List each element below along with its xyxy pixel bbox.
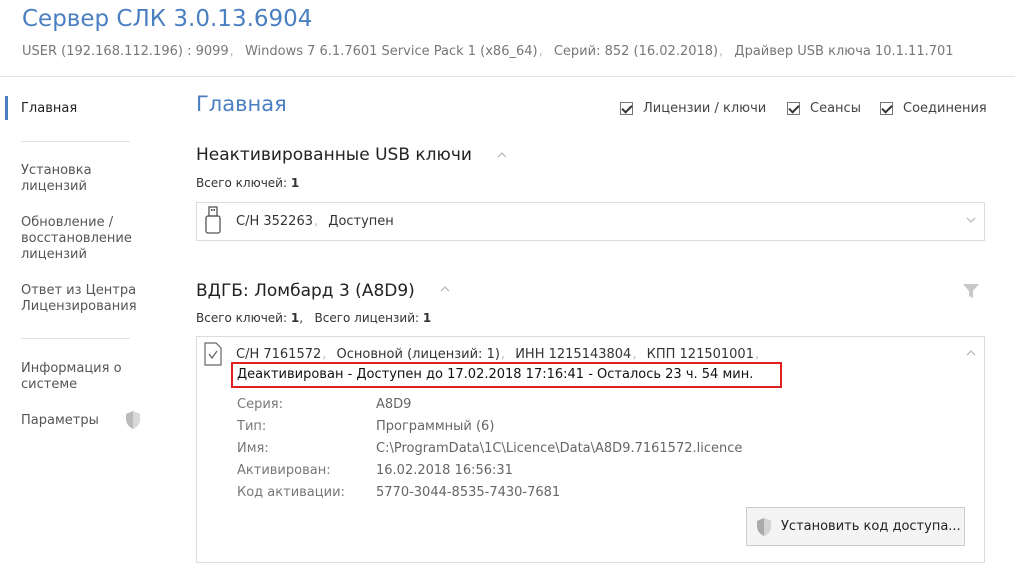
sidebar-divider [21,141,130,142]
detail-label-activated: Активирован: [237,463,331,478]
series-info: Серий: 852 (16.02.2018) [553,44,719,59]
separator: , [322,347,327,362]
usb-key-serial: С/Н 352263 [236,214,313,229]
sidebar-item-licensing-center-response[interactable]: Ответ из Центра Лицензирования [21,283,146,315]
sidebar-item-home[interactable]: Главная [21,101,77,117]
app-title: Сервер СЛК 3.0.13.6904 [22,6,313,32]
sidebar-divider [21,338,130,339]
detail-label-series: Серия: [237,397,283,412]
license-status: Деактивирован - Доступен до 17.02.2018 1… [237,367,754,382]
system-info: USER (192.168.112.196) : 9099, Windows 7… [22,44,954,59]
chevron-down-icon[interactable] [966,215,976,225]
filter-icon[interactable] [963,284,979,298]
separator: , [299,311,311,325]
usb-section-title: Неактивированные USB ключи [196,145,472,165]
sidebar-item-update-licenses[interactable]: Обновление / восстановление лицензий [21,215,141,263]
checkbox[interactable] [787,102,800,115]
usb-key-icon [205,206,221,234]
vdgb-totals: Всего ключей: 1, Всего лицензий: 1 [196,311,431,325]
chevron-up-icon[interactable] [497,150,507,160]
sidebar-item-system-info[interactable]: Информация о системе [21,361,131,393]
filter-connections-checkbox[interactable]: Соединения [880,101,987,116]
host-info: USER (192.168.112.196) : 9099 [22,44,229,59]
license-inn: ИНН 1215143804 [515,347,632,362]
checkbox[interactable] [620,102,633,115]
detail-value-activation-code: 5770-3044-8535-7430-7681 [376,485,561,500]
os-info: Windows 7 6.1.7601 Service Pack 1 (x86_6… [244,44,538,59]
filter-licenses-checkbox[interactable]: Лицензии / ключи [620,101,766,116]
total-keys-label: Всего ключей: [196,311,288,325]
usb-totals: Всего ключей: 1 [196,176,299,190]
total-licenses-value: 1 [422,311,432,325]
detail-value-series: A8D9 [376,397,412,412]
sidebar-item-settings[interactable]: Параметры [21,413,99,429]
detail-label-name: Имя: [237,441,269,456]
license-header-row: С/Н 7161572, Основной (лицензий: 1), ИНН… [236,347,765,362]
separator: , [538,44,543,59]
chevron-up-icon[interactable] [440,284,450,294]
license-kpp: КПП 121501001 [646,347,754,362]
license-serial: С/Н 7161572 [236,347,322,362]
separator: , [754,347,760,362]
shield-icon [126,411,140,429]
vdgb-section-title: ВДГБ: Ломбард 3 (A8D9) [196,281,415,301]
detail-label-activation-code: Код активации: [237,485,345,500]
detail-value-type: Программный (6) [376,419,495,434]
total-keys-value: 1 [290,311,300,325]
button-label: Установить код доступа... [781,519,961,534]
sidebar-item-install-licenses[interactable]: Установка лицензий [21,163,121,195]
total-keys-label: Всего ключей: [196,176,288,190]
filter-label: Сеансы [810,101,861,116]
filter-label: Соединения [903,101,987,116]
separator: , [314,214,319,229]
usb-key-row: С/Н 352263, Доступен [236,214,394,229]
usb-key-status: Доступен [328,214,394,229]
total-licenses-label: Всего лицензий: [314,311,420,325]
separator: , [632,347,637,362]
chevron-up-icon[interactable] [966,348,976,358]
license-kind: Основной (лицензий: 1) [336,347,500,362]
detail-value-name: C:\ProgramData\1C\Licence\Data\A8D9.7161… [376,441,743,456]
filter-sessions-checkbox[interactable]: Сеансы [787,101,861,116]
separator: , [229,44,234,59]
total-keys-value: 1 [290,176,300,190]
set-access-code-button[interactable]: Установить код доступа... [746,507,965,546]
separator: , [500,347,506,362]
separator: , [719,44,724,59]
header-divider [0,76,1015,77]
active-indicator [5,96,8,120]
license-file-icon [204,342,222,366]
shield-icon [757,517,771,536]
checkbox[interactable] [880,102,893,115]
detail-label-type: Тип: [237,419,267,434]
driver-info: Драйвер USB ключа 10.1.11.701 [734,44,954,59]
filter-label: Лицензии / ключи [643,101,767,116]
page-title: Главная [196,92,287,116]
detail-value-activated: 16.02.2018 16:56:31 [376,463,513,478]
